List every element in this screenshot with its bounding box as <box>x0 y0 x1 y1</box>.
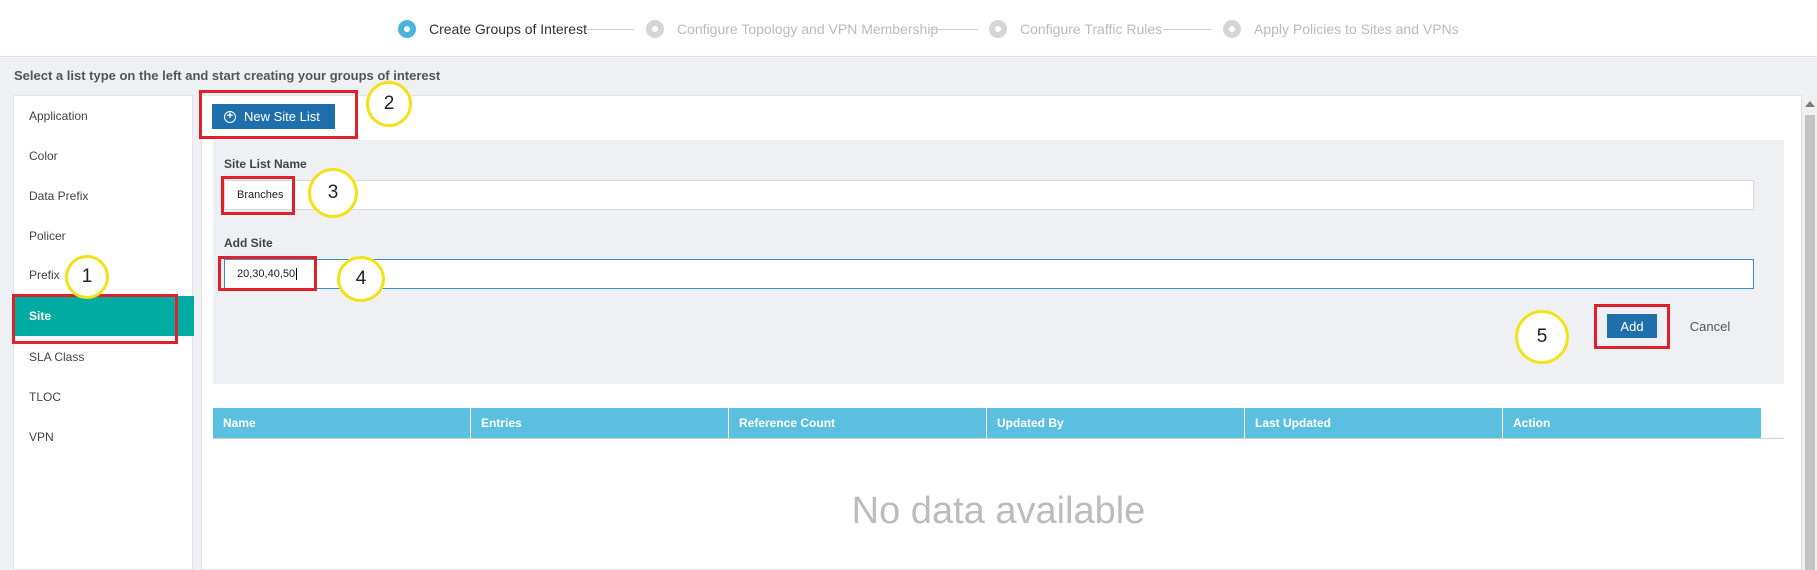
scrollbar-thumb[interactable] <box>1805 115 1815 570</box>
step-connector <box>1163 29 1211 30</box>
step-inactive-icon <box>989 20 1007 38</box>
sidebar-item-color[interactable]: Color <box>14 136 194 176</box>
add-site-input[interactable]: 20,30,40,50 <box>224 259 1754 289</box>
annotation-box-site-list-name <box>221 176 295 215</box>
step-inactive-icon <box>1223 20 1241 38</box>
sidebar-item-vpn[interactable]: VPN <box>14 417 194 457</box>
sidebar-item-data-prefix[interactable]: Data Prefix <box>14 176 194 216</box>
annotation-box-add-site <box>218 256 317 291</box>
step-connector <box>930 29 978 30</box>
sidebar-item-tloc[interactable]: TLOC <box>14 377 194 417</box>
sidebar-item-application[interactable]: Application <box>14 96 194 136</box>
step-active-icon <box>398 20 416 38</box>
wizard-step-traffic-rules[interactable]: Configure Traffic Rules <box>989 19 1162 39</box>
annotation-box-site <box>12 294 178 344</box>
sidebar-item-policer[interactable]: Policer <box>14 216 194 256</box>
policy-wizard-steps: Create Groups of Interest Configure Topo… <box>0 0 1817 57</box>
column-header-reference-count[interactable]: Reference Count <box>729 408 987 438</box>
annotation-box-new-site-list <box>199 90 358 139</box>
page-instruction: Select a list type on the left and start… <box>14 68 441 83</box>
table-divider <box>213 438 1784 439</box>
wizard-step-topology[interactable]: Configure Topology and VPN Membership <box>646 19 938 39</box>
column-header-action[interactable]: Action <box>1503 408 1761 438</box>
wizard-step-label: Configure Traffic Rules <box>1020 21 1163 37</box>
annotation-callout-2: 2 <box>366 81 412 127</box>
wizard-step-label: Configure Topology and VPN Membership <box>677 21 939 37</box>
annotation-callout-1: 1 <box>65 255 109 299</box>
site-list-name-label: Site List Name <box>224 157 307 171</box>
column-header-updated-by[interactable]: Updated By <box>987 408 1245 438</box>
annotation-callout-3: 3 <box>308 168 358 218</box>
step-connector <box>586 29 634 30</box>
wizard-step-apply-policies[interactable]: Apply Policies to Sites and VPNs <box>1223 19 1459 39</box>
scroll-up-icon[interactable] <box>1805 101 1815 107</box>
vertical-scrollbar[interactable] <box>1801 95 1817 570</box>
wizard-step-label: Apply Policies to Sites and VPNs <box>1254 21 1459 37</box>
site-list-table-header: Name Entries Reference Count Updated By … <box>213 408 1761 438</box>
wizard-step-label: Create Groups of Interest <box>429 21 587 37</box>
step-inactive-icon <box>646 20 664 38</box>
annotation-box-add-button <box>1594 304 1670 349</box>
add-site-label: Add Site <box>224 236 273 250</box>
annotation-callout-4: 4 <box>337 256 385 302</box>
wizard-step-create-groups[interactable]: Create Groups of Interest <box>398 19 587 39</box>
column-header-entries[interactable]: Entries <box>471 408 729 438</box>
cancel-button[interactable]: Cancel <box>1680 314 1740 338</box>
empty-table-message: No data available <box>851 490 1146 532</box>
site-list-name-input[interactable]: Branches <box>224 180 1754 210</box>
column-header-last-updated[interactable]: Last Updated <box>1245 408 1503 438</box>
column-header-name[interactable]: Name <box>213 408 471 438</box>
annotation-callout-5: 5 <box>1515 310 1569 364</box>
